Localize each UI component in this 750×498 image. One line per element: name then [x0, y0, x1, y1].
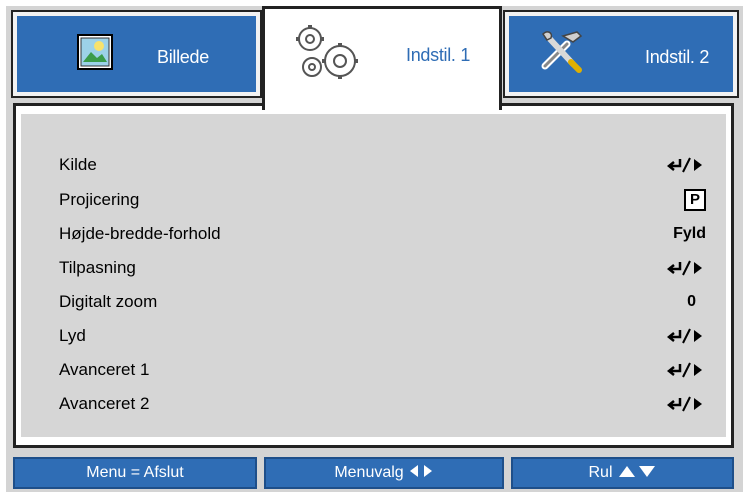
menu-item-label: Tilpasning: [59, 258, 136, 277]
enter-arrow-icon: [666, 327, 706, 345]
gears-icon: [292, 23, 362, 88]
menu-item-projicering[interactable]: Projicering P: [59, 185, 706, 215]
scroll-hint: Rul: [511, 457, 734, 489]
menu-item-label: Projicering: [59, 190, 140, 209]
menu-item-label: Lyd: [59, 326, 86, 345]
tab-indstil-2[interactable]: Indstil. 2: [503, 10, 739, 98]
menu-item-label: Digitalt zoom: [59, 292, 158, 311]
menu-item-digitalt-zoom[interactable]: Digitalt zoom 0: [59, 287, 706, 317]
enter-arrow-icon: [666, 395, 706, 413]
footer-label: Menu = Afslut: [86, 464, 184, 481]
tab-indstil-1[interactable]: Indstil. 1: [262, 6, 502, 110]
tab-label: Indstil. 2: [645, 47, 710, 67]
up-down-arrows-icon: [617, 463, 657, 484]
aspect-ratio-value: Fyld: [673, 225, 706, 242]
menu-item-hoejde-bredde-forhold[interactable]: Højde-bredde-forhold Fyld: [59, 219, 706, 249]
tab-billede[interactable]: Billede: [11, 10, 262, 98]
enter-arrow-icon: [666, 361, 706, 379]
tab-label: Indstil. 1: [406, 45, 471, 65]
picture-icon: [75, 32, 115, 77]
menu-item-label: Avanceret 1: [59, 360, 150, 379]
menu-item-label: Kilde: [59, 155, 97, 174]
menu-exit-hint: Menu = Afslut: [13, 457, 257, 489]
menu-item-avanceret-2[interactable]: Avanceret 2: [59, 389, 706, 419]
menu-item-label: Højde-bredde-forhold: [59, 224, 221, 243]
menu-panel: Kilde Projicering P Højde-bredde-forhold…: [13, 103, 734, 448]
footer-label: Rul: [588, 464, 613, 481]
menu-item-avanceret-1[interactable]: Avanceret 1: [59, 355, 706, 385]
menu-select-hint: Menuvalg: [264, 457, 504, 489]
enter-arrow-icon: [666, 259, 706, 277]
menu-item-lyd[interactable]: Lyd: [59, 321, 706, 351]
zoom-value: 0: [687, 293, 696, 310]
footer-label: Menuvalg: [334, 464, 404, 481]
tools-icon: [537, 28, 585, 81]
menu-item-tilpasning[interactable]: Tilpasning: [59, 253, 706, 283]
menu-list: Kilde Projicering P Højde-bredde-forhold…: [21, 114, 726, 437]
projection-value: P: [684, 189, 706, 211]
left-right-arrows-icon: [408, 463, 434, 484]
menu-item-kilde[interactable]: Kilde: [59, 150, 706, 180]
menu-item-label: Avanceret 2: [59, 394, 150, 413]
tab-label: Billede: [157, 47, 209, 67]
enter-arrow-icon: [666, 156, 706, 174]
